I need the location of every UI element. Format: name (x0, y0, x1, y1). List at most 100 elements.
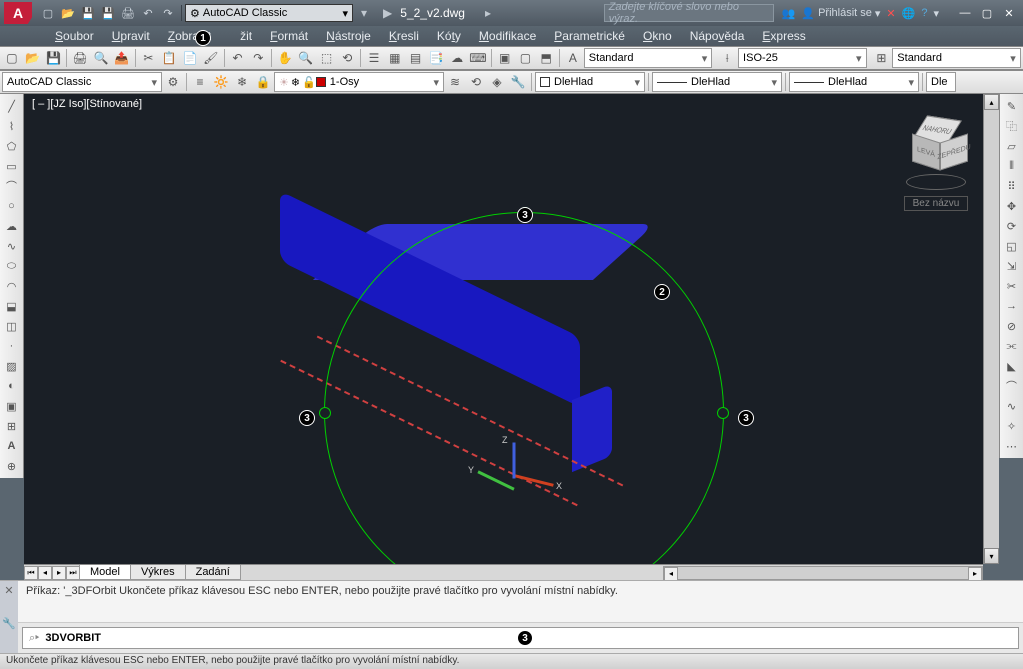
line-tool-icon[interactable]: ╱ (1, 96, 23, 116)
layer-props-icon[interactable]: ≡ (190, 72, 210, 92)
vertical-scrollbar[interactable]: ▴ ▾ (983, 94, 999, 564)
join-tool-icon[interactable]: ⫘ (1001, 336, 1023, 356)
zoom-icon[interactable]: 🔍 (296, 48, 316, 68)
horizontal-scrollbar[interactable]: ◂ ▸ (663, 566, 983, 580)
sheetset-icon[interactable]: 📑 (426, 48, 446, 68)
preview-icon[interactable]: 🔍 (91, 48, 111, 68)
polygon-tool-icon[interactable]: ⬠ (1, 136, 23, 156)
menu-koty[interactable]: Kóty (428, 27, 470, 45)
insert-tool-icon[interactable]: ⬓ (1, 296, 23, 316)
qat-undo-icon[interactable]: ↶ (139, 4, 157, 22)
tab-first-icon[interactable]: ⏮ (24, 566, 38, 580)
plotstyle-dropdown[interactable]: Dle (926, 72, 956, 92)
layer-prev-icon[interactable]: ⟲ (466, 72, 486, 92)
text-style-icon[interactable]: A (563, 48, 583, 68)
close-button[interactable]: ✕ (999, 5, 1019, 21)
ellipse-tool-icon[interactable]: ⬭ (1, 256, 23, 276)
rotate-tool-icon[interactable]: ⟳ (1001, 216, 1023, 236)
trim-tool-icon[interactable]: ✂ (1001, 276, 1023, 296)
tab-vykres[interactable]: Výkres (130, 565, 186, 580)
move-tool-icon[interactable]: ✥ (1001, 196, 1023, 216)
match-icon[interactable]: 🖌 (201, 48, 221, 68)
tb-extra2-icon[interactable]: ▢ (516, 48, 536, 68)
orbit-handle-left[interactable] (319, 407, 331, 419)
menu-napoveda[interactable]: Nápověda (681, 27, 754, 45)
maximize-button[interactable]: ▢ (977, 5, 997, 21)
linetype-dropdown[interactable]: DleHlad ▾ (652, 72, 782, 92)
addselected-tool-icon[interactable]: ⊕ (1, 456, 23, 476)
dim-style-icon[interactable]: ⟊ (717, 48, 737, 68)
drawing-viewport[interactable]: [ – ][JZ Iso][Stínované] NAHORU LEVÁ ZEP… (24, 94, 983, 564)
toolpalette-icon[interactable]: ▤ (406, 48, 426, 68)
spline-tool-icon[interactable]: ∿ (1, 236, 23, 256)
title-arrow-icon[interactable]: ▸ (485, 6, 491, 20)
new-icon[interactable]: ▢ (2, 48, 22, 68)
infocenter-icon[interactable]: 👥 (782, 7, 796, 20)
qat-open-icon[interactable]: 📂 (59, 4, 77, 22)
paste-icon[interactable]: 📄 (180, 48, 200, 68)
scroll-up-icon[interactable]: ▴ (984, 94, 999, 110)
viewport-label[interactable]: [ – ][JZ Iso][Stínované] (24, 94, 983, 114)
hscroll-left-icon[interactable]: ◂ (664, 567, 678, 581)
tb-extra3-icon[interactable]: ⬒ (536, 48, 556, 68)
point-tool-icon[interactable]: · (1, 336, 23, 356)
blend-tool-icon[interactable]: ∿ (1001, 396, 1023, 416)
save-icon[interactable]: 💾 (44, 48, 64, 68)
menu-soubor[interactable]: SSouboroubor (46, 27, 103, 45)
qat-more-icon[interactable]: ▾ (361, 6, 367, 20)
ellipsearc-tool-icon[interactable]: ◠ (1, 276, 23, 296)
mtext-tool-icon[interactable]: A (1, 436, 23, 456)
menu-modifikace[interactable]: Modifikace (470, 27, 545, 45)
hatch-tool-icon[interactable]: ▨ (1, 356, 23, 376)
revcloud-tool-icon[interactable]: ☁ (1, 216, 23, 236)
redo-icon[interactable]: ↷ (248, 48, 268, 68)
scale-tool-icon[interactable]: ◱ (1001, 236, 1023, 256)
scroll-down-icon[interactable]: ▾ (984, 548, 999, 564)
extra-tool-icon[interactable]: ⋯ (1001, 436, 1023, 456)
qat-saveas-icon[interactable]: 💾 (99, 4, 117, 22)
hscroll-right-icon[interactable]: ▸ (968, 567, 982, 581)
layer-iso-icon[interactable]: ◈ (487, 72, 507, 92)
viewcube[interactable]: NAHORU LEVÁ ZEPŘEDU Bez názvu (901, 112, 971, 202)
workspace-dropdown[interactable]: ⚙ AutoCAD Classic ▾ (185, 4, 353, 22)
menu-vlozit[interactable]: žit (220, 27, 261, 45)
gradient-tool-icon[interactable]: ◐ (1, 376, 23, 396)
tab-zadani[interactable]: Zadání (185, 565, 241, 580)
color-dropdown[interactable]: DleHlad ▾ (535, 72, 645, 92)
copy-tool-icon[interactable]: ⿻ (1001, 116, 1023, 136)
exchange-icon[interactable]: ✕ (886, 7, 895, 20)
menu-format[interactable]: Formát (261, 27, 317, 45)
orbit-handle-right[interactable] (717, 407, 729, 419)
table-style-icon[interactable]: ⊞ (872, 48, 892, 68)
markup-icon[interactable]: ☁ (447, 48, 467, 68)
block-tool-icon[interactable]: ◫ (1, 316, 23, 336)
tab-next-icon[interactable]: ▸ (52, 566, 66, 580)
close-cmd-icon[interactable]: ✕ (4, 584, 13, 597)
tab-last-icon[interactable]: ⏭ (66, 566, 80, 580)
publish-icon[interactable]: 📤 (112, 48, 132, 68)
ws-settings-icon[interactable]: ⚙ (163, 72, 183, 92)
cmd-options-icon[interactable]: 🔧 (2, 617, 16, 630)
zoom-prev-icon[interactable]: ⟲ (337, 48, 357, 68)
tablestyle-dropdown[interactable]: Standard ▾ (892, 48, 1020, 68)
viewcube-ucs-label[interactable]: Bez názvu (904, 196, 968, 211)
layer-match-icon[interactable]: ≋ (445, 72, 465, 92)
menu-kresli[interactable]: Kresli (380, 27, 428, 45)
help-icon[interactable]: ? (921, 7, 927, 19)
tab-model[interactable]: Model (79, 565, 131, 580)
lineweight-dropdown[interactable]: DleHlad ▾ (789, 72, 919, 92)
menu-okno[interactable]: Okno (634, 27, 681, 45)
copy-icon[interactable]: 📋 (159, 48, 179, 68)
explode-tool-icon[interactable]: ✧ (1001, 416, 1023, 436)
qat-new-icon[interactable]: ▢ (39, 4, 57, 22)
undo-icon[interactable]: ↶ (228, 48, 248, 68)
viewcube-compass[interactable] (906, 174, 966, 190)
menu-upravit[interactable]: Upravit (103, 27, 159, 45)
layer-lock-icon[interactable]: 🔒 (253, 72, 273, 92)
qat-redo-icon[interactable]: ↷ (159, 4, 177, 22)
layer-freeze-icon[interactable]: ❄ (232, 72, 252, 92)
app-logo[interactable]: A (4, 2, 32, 24)
layer-tools-icon[interactable]: 🔧 (508, 72, 528, 92)
erase-tool-icon[interactable]: ✎ (1001, 96, 1023, 116)
designcenter-icon[interactable]: ▦ (385, 48, 405, 68)
